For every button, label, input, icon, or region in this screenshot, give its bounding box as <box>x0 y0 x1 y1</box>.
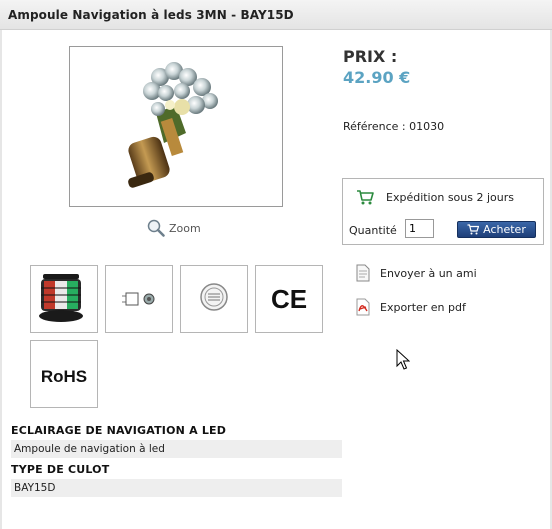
export-pdf-label: Exporter en pdf <box>380 300 466 314</box>
thumbnail-seal[interactable] <box>180 265 248 333</box>
price-label: PRIX : <box>343 47 398 66</box>
shopping-cart-icon <box>357 190 374 205</box>
mouse-cursor-icon <box>396 349 410 370</box>
navigation-light-icon <box>39 274 83 322</box>
rohs-icon: RoHS <box>41 367 87 386</box>
pdf-icon <box>356 298 370 316</box>
spec-heading: TYPE DE CULOT <box>11 463 110 476</box>
frame-border-left <box>0 30 2 529</box>
product-main-image[interactable] <box>69 46 283 207</box>
spec-group-lighting: ECLAIRAGE DE NAVIGATION A LED Ampoule de… <box>11 424 342 458</box>
svg-text:CE: CE <box>271 284 307 314</box>
spec-heading: ECLAIRAGE DE NAVIGATION A LED <box>11 424 227 437</box>
led-bulb-image <box>128 62 218 188</box>
cart-icon <box>467 224 480 235</box>
price-value: 42.90 € <box>343 68 411 87</box>
thumbnail-navigation-light[interactable] <box>30 265 98 333</box>
zoom-link[interactable]: Zoom <box>147 219 201 237</box>
order-box: Expédition sous 2 jours Quantité Acheter <box>342 178 544 245</box>
magnifier-icon <box>147 219 165 237</box>
email-friend-label: Envoyer à un ami <box>380 266 477 280</box>
svg-text:RoHS: RoHS <box>41 367 87 386</box>
thumbnail-ce-mark[interactable]: CE <box>255 265 323 333</box>
shipping-info: Expédition sous 2 jours <box>356 189 514 205</box>
buy-button-label: Acheter <box>483 223 526 236</box>
document-mail-icon <box>356 264 370 282</box>
ce-mark-icon: CE <box>271 284 307 314</box>
spec-value: Ampoule de navigation à led <box>11 440 342 458</box>
spec-value: BAY15D <box>11 479 342 497</box>
shipping-text: Expédition sous 2 jours <box>386 190 514 204</box>
product-reference: Référence : 01030 <box>343 120 445 133</box>
product-title: Ampoule Navigation à leds 3MN - BAY15D <box>8 8 294 22</box>
thumbnail-connector[interactable] <box>105 265 173 333</box>
product-title-bar: Ampoule Navigation à leds 3MN - BAY15D <box>0 0 552 30</box>
thumbnail-rohs[interactable]: RoHS <box>30 340 98 408</box>
zoom-label: Zoom <box>169 221 201 235</box>
buy-button[interactable]: Acheter <box>457 221 536 238</box>
export-pdf-link[interactable]: Exporter en pdf <box>355 298 466 316</box>
email-friend-link[interactable]: Envoyer à un ami <box>355 264 477 282</box>
quantity-label: Quantité <box>349 224 397 237</box>
seal-icon <box>200 283 228 311</box>
spec-group-base-type: TYPE DE CULOT BAY15D <box>11 463 342 497</box>
connector-icon <box>122 292 155 306</box>
quantity-input[interactable] <box>405 219 434 238</box>
